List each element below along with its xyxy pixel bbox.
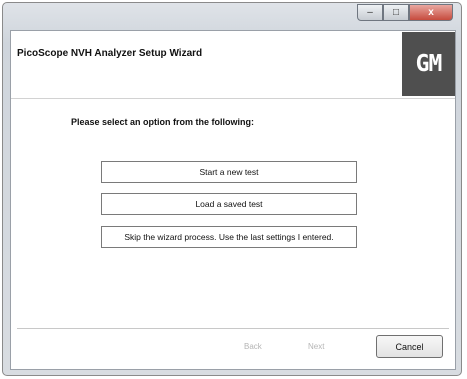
minimize-button[interactable]: – — [357, 4, 383, 21]
wizard-title: PicoScope NVH Analyzer Setup Wizard — [17, 48, 203, 59]
cancel-button[interactable]: Cancel — [376, 335, 443, 358]
wizard-body: PicoScope NVH Analyzer Setup Wizard GM P… — [10, 30, 456, 370]
next-button[interactable]: Next — [308, 342, 324, 351]
load-saved-test-button[interactable]: Load a saved test — [101, 193, 357, 215]
wizard-header: PicoScope NVH Analyzer Setup Wizard GM — [11, 31, 455, 99]
option-prompt: Please select an option from the followi… — [71, 117, 255, 127]
close-button[interactable]: x — [409, 4, 453, 21]
skip-wizard-button[interactable]: Skip the wizard process. Use the last se… — [101, 226, 357, 248]
footer-divider — [17, 328, 449, 329]
back-button[interactable]: Back — [244, 342, 262, 351]
window-controls: – □ x — [357, 4, 453, 21]
gm-logo: GM — [402, 32, 455, 96]
maximize-button[interactable]: □ — [383, 4, 409, 21]
title-bar[interactable]: – □ x — [3, 3, 461, 29]
start-new-test-button[interactable]: Start a new test — [101, 161, 357, 183]
wizard-window: – □ x PicoScope NVH Analyzer Setup Wizar… — [2, 2, 462, 376]
